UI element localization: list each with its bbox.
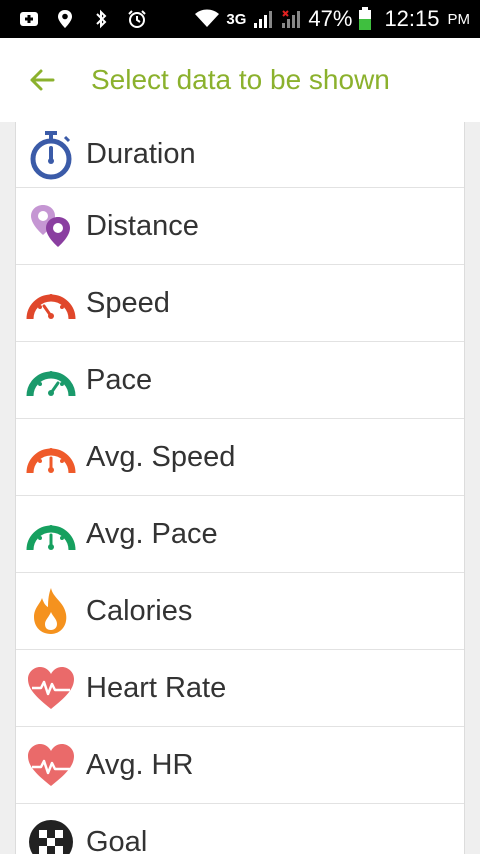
list-item-label: Pace [86,363,153,396]
alarm-icon [128,10,146,28]
list-item-duration[interactable]: Duration [16,122,464,188]
app-bar: Select data to be shown [0,38,480,122]
list-item-label: Speed [86,286,170,319]
stopwatch-icon [30,130,72,179]
avg-speedometer-icon [26,448,76,474]
speedometer-icon [26,371,76,397]
battery-icon [359,7,372,30]
status-bar: 3G 47% 12:15 PM [0,0,480,38]
data-field-list: Duration Distance Speed Pace Avg. Speed … [15,122,465,854]
speedometer-icon [26,294,76,320]
signal-icon [254,11,273,28]
location-icon [58,10,72,28]
list-item-avg-pace[interactable]: Avg. Pace [16,496,464,573]
battery-percent: 47% [308,6,353,31]
list-item-label: Goal [86,825,148,854]
list-item-label: Distance [86,209,199,242]
list-item-distance[interactable]: Distance [16,188,464,265]
network-type: 3G [226,10,247,28]
clock-ampm: PM [447,10,471,28]
list-item-avg-hr[interactable]: Avg. HR [16,727,464,804]
back-button[interactable] [0,38,84,122]
checkered-flag-icon [29,820,73,854]
avg-speedometer-icon [26,525,76,551]
signal-no-icon [282,10,301,28]
list-item-label: Avg. Speed [86,440,236,473]
notification-icon [20,12,38,26]
list-item-label: Calories [86,594,193,627]
list-item-label: Heart Rate [86,671,227,704]
list-item-goal[interactable]: Goal [16,804,464,854]
list-item-label: Avg. HR [86,748,194,781]
bluetooth-icon [96,9,107,29]
heart-pulse-icon [28,744,74,786]
list-item-calories[interactable]: Calories [16,573,464,650]
list-item-avg-speed[interactable]: Avg. Speed [16,419,464,496]
list-item-speed[interactable]: Speed [16,265,464,342]
flame-icon [34,588,67,634]
page-title: Select data to be shown [91,64,390,95]
map-pin-icon [31,205,70,247]
list-item-label: Avg. Pace [86,517,218,550]
list-item-label: Duration [86,138,196,170]
arrow-left-icon [30,69,55,91]
wifi-icon [195,9,220,27]
heart-pulse-icon [28,667,74,709]
clock: 12:15 [384,6,440,31]
list-item-heart-rate[interactable]: Heart Rate [16,650,464,727]
list-item-pace[interactable]: Pace [16,342,464,419]
